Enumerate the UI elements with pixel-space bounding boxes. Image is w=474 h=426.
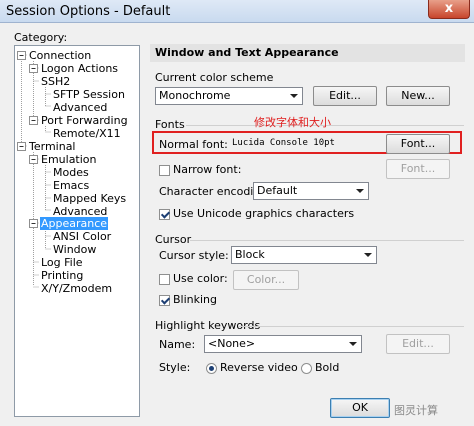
tree-item-port-forwarding[interactable]: Port Forwarding [40, 114, 129, 127]
close-button[interactable]: x [428, 0, 470, 19]
narrow-font-label: Narrow font: [173, 163, 242, 176]
tree-item-logon-actions[interactable]: Logon Actions [40, 62, 119, 75]
tree-item-ansi-color[interactable]: ANSI Color [52, 230, 112, 243]
chevron-down-icon [290, 94, 298, 98]
color-scheme-label: Current color scheme [155, 71, 274, 84]
title-bar: Session Options - Default x [0, 0, 474, 23]
encoding-select[interactable]: Default [253, 182, 369, 200]
highlight-name-value: <None> [208, 337, 256, 350]
highlight-name-label: Name: [159, 338, 196, 351]
tree-item-ssh2[interactable]: SSH2 [40, 75, 71, 88]
cursor-use-color-checkbox[interactable] [159, 274, 170, 285]
bold-radio[interactable] [301, 363, 312, 374]
tree-item-mapped-keys[interactable]: Mapped Keys [52, 192, 127, 205]
tree-item-log-file[interactable]: Log File [40, 256, 84, 269]
highlight-name-select[interactable]: <None> [204, 335, 362, 353]
tree-item-xyzmodem[interactable]: X/Y/Zmodem [40, 282, 113, 295]
normal-font-label: Normal font: [159, 138, 228, 151]
chevron-down-icon [356, 189, 364, 193]
annotation-text: 修改字体和大小 [254, 116, 331, 129]
category-tree[interactable]: Connection Logon Actions SSH2 SFTP Sessi… [14, 45, 140, 417]
highlight-edit-button[interactable]: Edit... [386, 334, 450, 354]
tree-item-connection[interactable]: Connection [28, 49, 92, 62]
tree-item-printing[interactable]: Printing [40, 269, 84, 282]
edit-color-scheme-button[interactable]: Edit... [313, 86, 377, 106]
unicode-graphics-checkbox[interactable] [159, 209, 170, 220]
chevron-down-icon [349, 342, 357, 346]
tree-item-sftp-session[interactable]: SFTP Session [52, 88, 126, 101]
narrow-font-checkbox[interactable] [159, 165, 170, 176]
tree-item-emulation[interactable]: Emulation [40, 153, 98, 166]
cursor-label: Cursor [155, 233, 192, 246]
tree-item-terminal[interactable]: Terminal [28, 140, 77, 153]
watermark-text: 图灵计算 [394, 404, 438, 417]
tree-item-ssh2-advanced[interactable]: Advanced [52, 101, 108, 114]
narrow-font-button[interactable]: Font... [386, 159, 450, 179]
ok-button[interactable]: OK [330, 398, 390, 418]
bold-label: Bold [315, 361, 340, 374]
tree-item-appearance[interactable]: Appearance [40, 217, 109, 230]
blinking-label: Blinking [173, 293, 218, 306]
category-label: Category: [14, 31, 68, 44]
cursor-style-label: Cursor style: [159, 249, 229, 262]
panel-header: Window and Text Appearance [150, 44, 465, 62]
unicode-graphics-label: Use Unicode graphics characters [173, 207, 355, 220]
chevron-down-icon [364, 253, 372, 257]
encoding-value: Default [257, 184, 298, 197]
tree-item-modes[interactable]: Modes [52, 166, 90, 179]
fonts-label: Fonts [155, 118, 185, 131]
cursor-color-button[interactable]: Color... [233, 270, 299, 290]
cursor-divider [190, 240, 464, 241]
session-options-window: Session Options - Default x Category: Co… [0, 0, 474, 426]
tree-item-remote-x11[interactable]: Remote/X11 [52, 127, 122, 140]
blinking-checkbox[interactable] [159, 295, 170, 306]
new-color-scheme-button[interactable]: New... [386, 86, 450, 106]
cursor-use-color-label: Use color: [173, 272, 228, 285]
reverse-video-radio[interactable] [206, 363, 217, 374]
cursor-style-value: Block [235, 248, 265, 261]
reverse-video-label: Reverse video [220, 361, 298, 374]
tree-item-emacs[interactable]: Emacs [52, 179, 90, 192]
highlight-divider [238, 326, 464, 327]
color-scheme-select[interactable]: Monochrome [155, 87, 303, 105]
highlight-style-label: Style: [159, 361, 191, 374]
cursor-style-select[interactable]: Block [231, 246, 377, 264]
color-scheme-value: Monochrome [159, 89, 231, 102]
normal-font-button[interactable]: Font... [386, 134, 450, 154]
tree-item-window[interactable]: Window [52, 243, 97, 256]
window-title: Session Options - Default [6, 4, 171, 19]
normal-font-value: Lucida Console 10pt [232, 138, 335, 148]
